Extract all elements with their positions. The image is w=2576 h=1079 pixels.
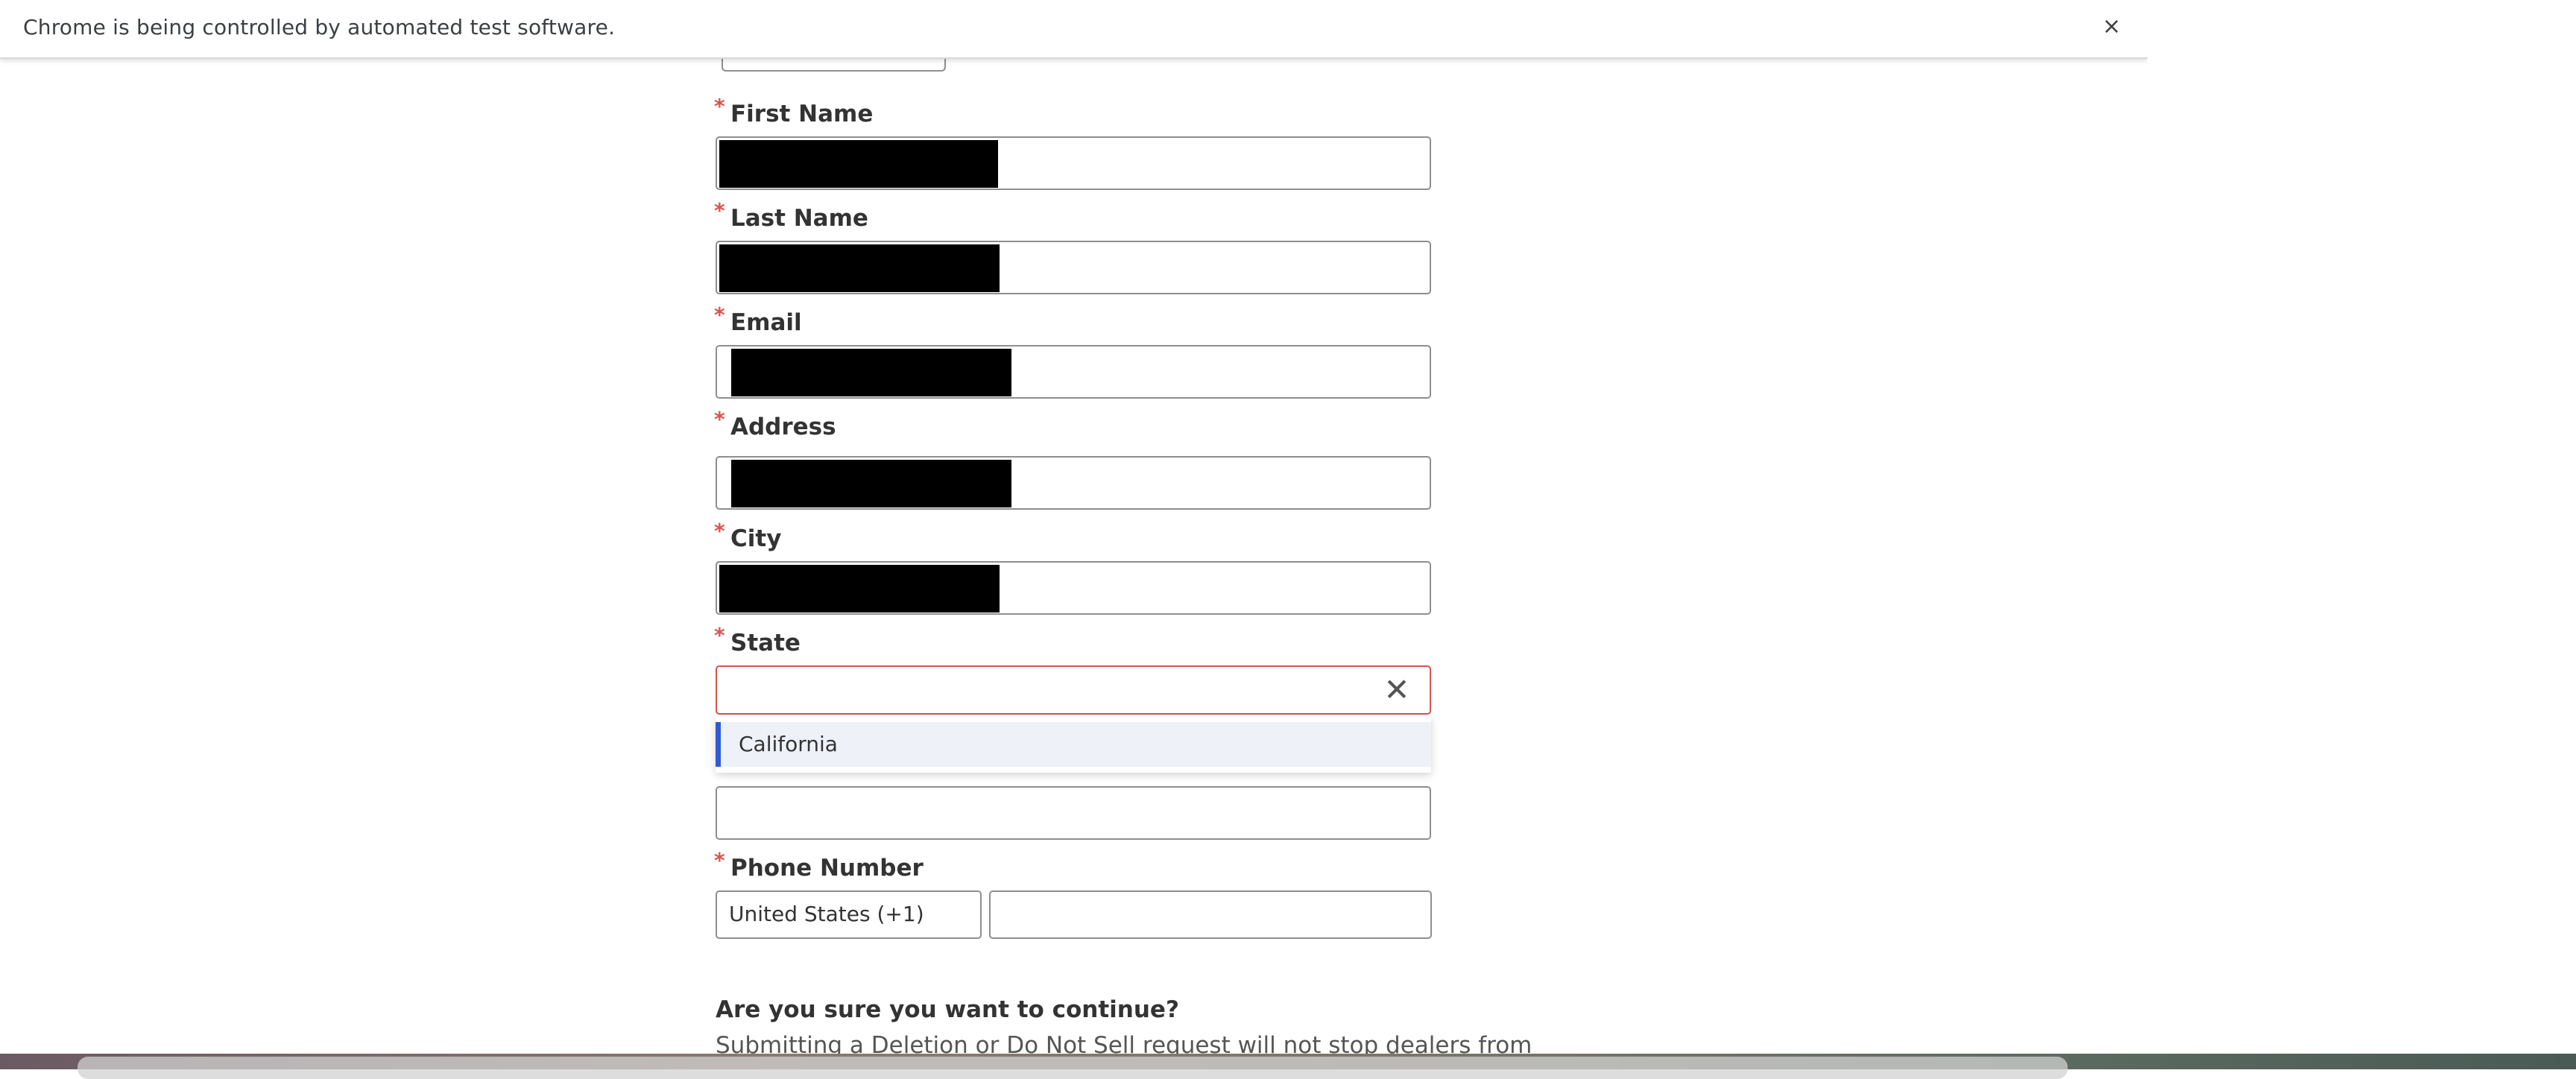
confirm-heading: Are you sure you want to continue? xyxy=(716,996,1179,1023)
required-marker: * xyxy=(714,94,725,118)
confirm-body: Submitting a Deletion or Do Not Sell req… xyxy=(716,1032,1532,1054)
desktop-background xyxy=(0,1054,2576,1079)
state-option-california[interactable]: California xyxy=(716,722,1431,767)
zip-input[interactable] xyxy=(716,786,1431,840)
address-input[interactable] xyxy=(716,456,1431,510)
required-marker: * xyxy=(714,848,725,873)
browser-viewport: Chrome is being controlled by automated … xyxy=(0,0,2147,1054)
required-marker: * xyxy=(714,407,725,431)
automation-infobar: Chrome is being controlled by automated … xyxy=(0,0,2147,59)
redacted-value xyxy=(719,244,1000,292)
required-marker: * xyxy=(714,519,725,543)
email-label: * Email xyxy=(714,303,802,336)
infobar-message: Chrome is being controlled by automated … xyxy=(23,15,616,39)
state-label: * State xyxy=(714,623,801,656)
dock xyxy=(78,1057,2068,1079)
state-dropdown: California xyxy=(716,716,1431,773)
redacted-value xyxy=(719,565,1000,613)
phone-number-input[interactable] xyxy=(989,890,1432,939)
redacted-value xyxy=(719,140,998,188)
phone-label: * Phone Number xyxy=(714,848,924,882)
country-code-select[interactable]: United States (+1) xyxy=(716,890,982,939)
request-form: * First Name * Last Name * Email * Addre… xyxy=(0,0,2147,1054)
redacted-value xyxy=(731,460,1011,507)
last-name-label: * Last Name xyxy=(714,198,868,232)
state-select-input[interactable]: ✕ xyxy=(716,665,1431,715)
redacted-value xyxy=(731,349,1011,396)
address-label: * Address xyxy=(714,407,836,440)
first-name-input[interactable] xyxy=(716,136,1431,190)
city-label: * City xyxy=(714,519,782,552)
close-icon[interactable]: ✕ xyxy=(1380,674,1413,706)
first-name-label: * First Name xyxy=(714,94,874,127)
required-marker: * xyxy=(714,198,725,223)
email-input[interactable] xyxy=(716,345,1431,399)
city-input[interactable] xyxy=(716,561,1431,615)
close-icon[interactable]: × xyxy=(2096,10,2127,42)
last-name-input[interactable] xyxy=(716,241,1431,294)
required-marker: * xyxy=(714,623,725,648)
required-marker: * xyxy=(714,303,725,327)
